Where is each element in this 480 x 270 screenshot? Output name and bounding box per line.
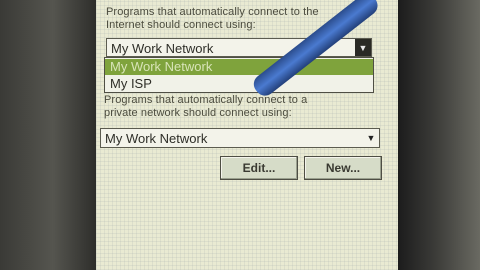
new-button[interactable]: New... — [304, 156, 382, 180]
device-bezel-right — [398, 0, 480, 270]
private-network-select[interactable]: My Work Network ▼ — [100, 128, 380, 148]
connections-screen: Programs that automatically connect to t… — [96, 0, 398, 270]
private-network-label: Programs that automatically connect to a… — [104, 94, 308, 119]
dropdown-option-my-work-network[interactable]: My Work Network — [105, 59, 373, 75]
internet-connection-value: My Work Network — [111, 41, 214, 56]
dropdown-arrow-icon[interactable]: ▼ — [363, 129, 379, 147]
edit-button[interactable]: Edit... — [220, 156, 298, 180]
private-network-value: My Work Network — [105, 131, 208, 146]
dropdown-arrow-icon[interactable]: ▼ — [355, 39, 371, 56]
device-bezel-left — [0, 0, 96, 270]
internet-connection-dropdown-list[interactable]: My Work Network My ISP — [104, 57, 374, 93]
dropdown-option-my-isp[interactable]: My ISP — [105, 76, 373, 92]
internet-connection-label: Programs that automatically connect to t… — [106, 6, 319, 31]
